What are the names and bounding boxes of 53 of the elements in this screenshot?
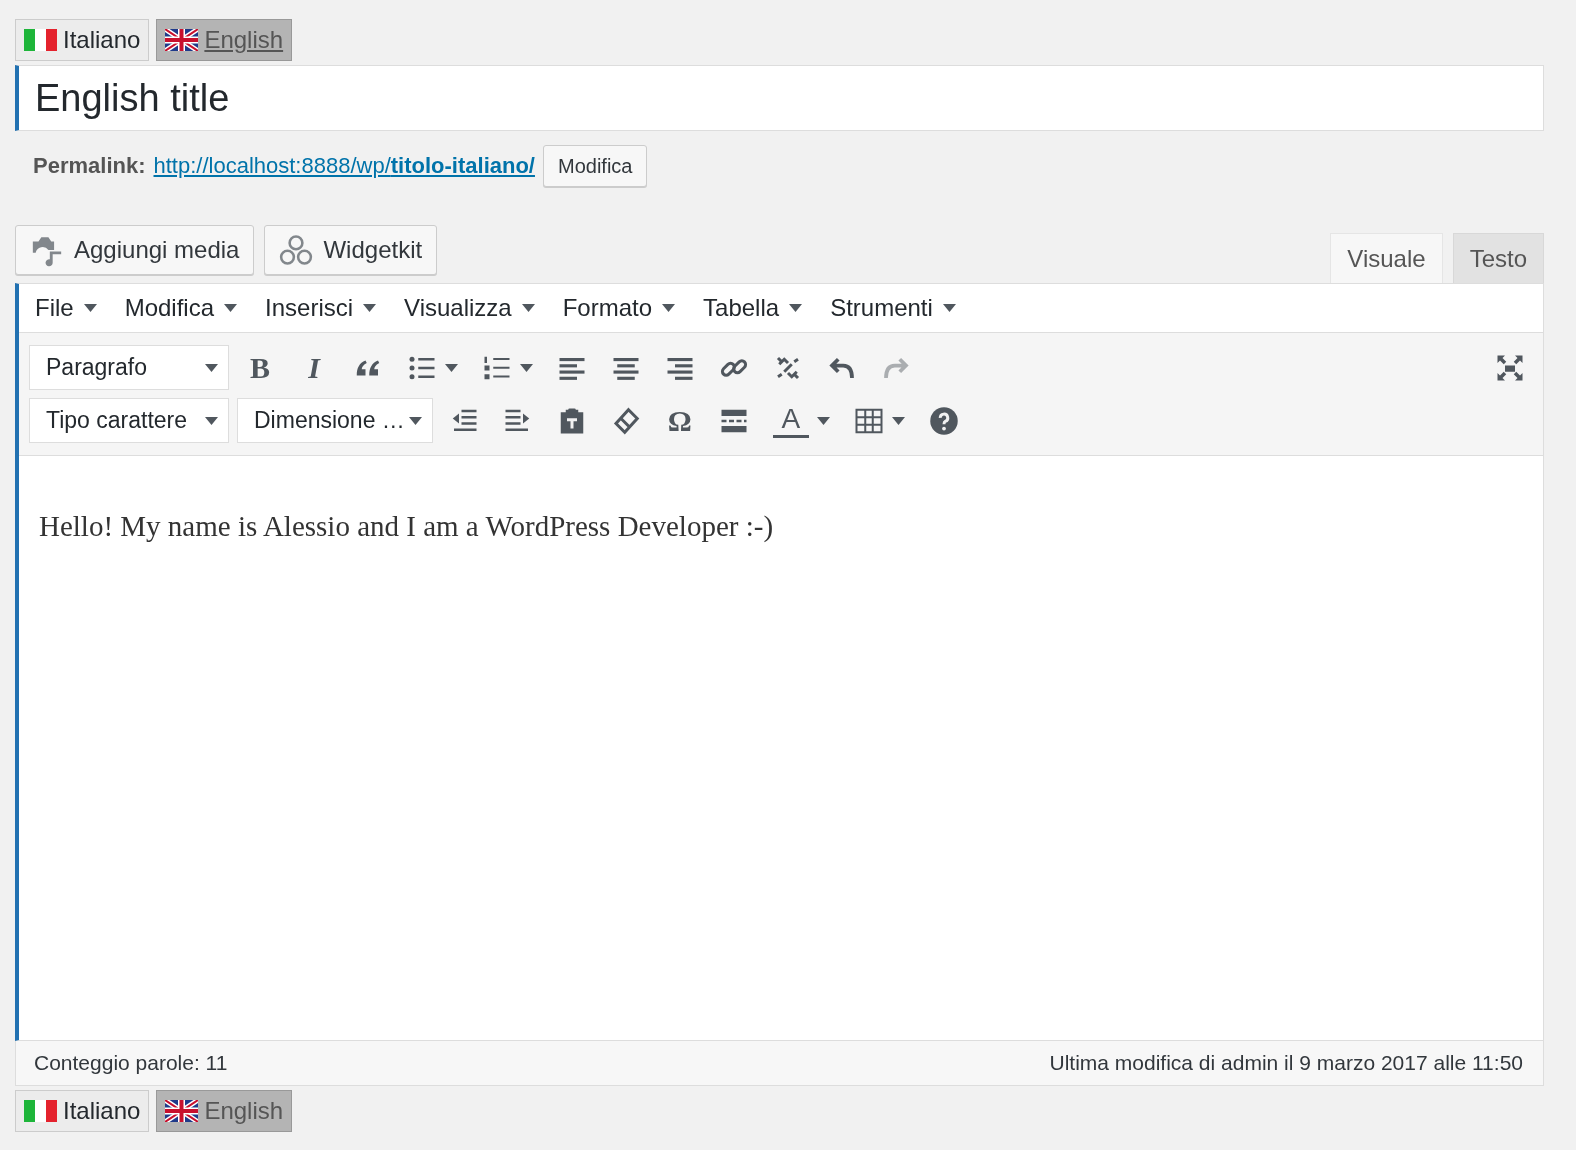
dropdown[interactable]: Paragrafo [29,345,229,390]
editor-tab[interactable]: Testo [1452,233,1544,283]
caret-icon [83,304,97,312]
editor-content[interactable]: Hello! My name is Alessio and I am a WordPress Developer :-) [19,456,1543,1040]
caret-icon [205,363,218,372]
forecolor-glyph: A [772,403,809,438]
omega-button[interactable]: Ω [656,398,703,443]
language-button[interactable]: Italiano [15,1090,150,1132]
omega-glyph: Ω [666,403,693,438]
dropdown[interactable]: Dimensione … [237,398,433,443]
permalink-link[interactable]: http://localhost:8888/wp/titolo-italiano/ [153,153,535,179]
bold-glyph: B [249,350,271,385]
media-button[interactable]: Aggiungi media [15,225,255,275]
caret-icon [521,304,535,312]
editor-tab[interactable]: Visuale [1330,233,1443,283]
italy-flag-icon [24,29,57,51]
uk-flag-icon [165,29,199,51]
language-button[interactable]: English [156,19,293,61]
word-count: Conteggio parole: 11 [34,1051,228,1075]
menu-item[interactable]: Modifica [124,294,238,322]
caret-icon [363,304,377,312]
widget-button[interactable]: Widgetkit [264,225,438,275]
caret-icon [789,304,803,312]
caret-icon [891,416,905,425]
italic-glyph: I [307,350,322,385]
permalink-label: Permalink: [33,153,146,179]
edit-permalink-button[interactable]: Modifica [542,145,648,187]
caret-icon [662,304,676,312]
caret-icon [205,416,218,425]
three-circles-icon [279,233,314,267]
caret-icon [816,416,830,425]
last-modified: Ultima modifica di admin il 9 marzo 2017 alle 11:50 [1049,1051,1523,1075]
italic-button[interactable]: I [291,345,337,390]
caret-icon [408,416,422,425]
help-icon [928,405,959,436]
caret-icon [520,363,533,372]
caret-icon [224,304,238,312]
language-button[interactable]: Italiano [15,19,150,61]
caret-icon [445,363,458,372]
menu-item[interactable]: Tabella [703,294,803,322]
forecolor-button[interactable]: A [764,398,838,443]
menu-item[interactable]: Strumenti [830,294,956,322]
dropdown[interactable]: Tipo carattere [29,398,229,443]
title-field[interactable]: English title [15,65,1544,131]
menu-item[interactable]: File [35,294,97,322]
menu-item[interactable]: Formato [562,294,676,322]
language-button[interactable]: English [156,1090,293,1132]
menu-item[interactable]: Visualizza [404,294,535,322]
caret-icon [942,304,956,312]
bold-button[interactable]: B [237,345,283,390]
menu-item[interactable]: Inserisci [265,294,377,322]
italy-flag-icon [24,1100,57,1122]
uk-flag-icon [165,1100,199,1122]
